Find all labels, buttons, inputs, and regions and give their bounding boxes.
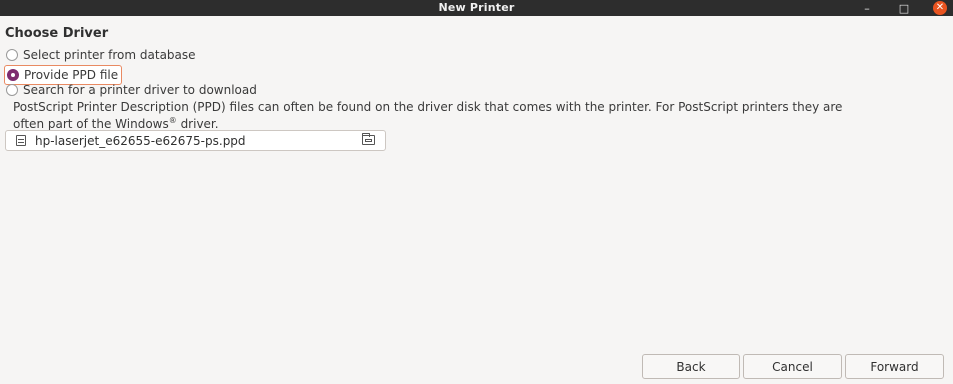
option-label: Provide PPD file <box>24 68 119 82</box>
ppd-file-chooser-button[interactable]: hp-laserjet_e62655-e62675-ps.ppd <box>5 130 386 151</box>
window-title: New Printer <box>438 1 515 14</box>
minimize-icon: – <box>864 1 870 15</box>
option-search-driver-download[interactable]: Search for a printer driver to download <box>6 82 257 98</box>
dialog-content: Choose Driver Select printer from databa… <box>0 16 953 384</box>
radio-button-selected[interactable] <box>7 69 19 81</box>
maximize-icon: □ <box>898 1 910 15</box>
document-icon <box>16 135 26 146</box>
close-icon: ✕ <box>933 1 947 15</box>
minimize-button[interactable]: – <box>856 0 878 16</box>
close-button[interactable]: ✕ <box>929 0 951 16</box>
option-label: Search for a printer driver to download <box>23 83 257 97</box>
description-line-2-text: often part of the Windows <box>13 117 169 131</box>
folder-open-icon <box>362 133 375 145</box>
option-select-from-database[interactable]: Select printer from database <box>6 47 196 63</box>
registered-mark: ® <box>168 116 177 125</box>
radio-button[interactable] <box>6 84 18 96</box>
radio-button[interactable] <box>6 49 18 61</box>
description-line-2: often part of the Windows® driver. <box>13 114 943 131</box>
page-title: Choose Driver <box>5 26 109 41</box>
description-line-2-end: driver. <box>176 117 219 131</box>
cancel-button[interactable]: Cancel <box>743 354 842 379</box>
selected-file-name: hp-laserjet_e62655-e62675-ps.ppd <box>35 134 246 148</box>
forward-button[interactable]: Forward <box>845 354 944 379</box>
description-line-1: PostScript Printer Description (PPD) fil… <box>13 100 843 114</box>
ppd-description: PostScript Printer Description (PPD) fil… <box>13 100 943 131</box>
option-label: Select printer from database <box>23 48 196 62</box>
maximize-button[interactable]: □ <box>893 0 915 16</box>
back-button[interactable]: Back <box>642 354 740 379</box>
title-bar: New Printer – □ ✕ <box>0 0 953 16</box>
